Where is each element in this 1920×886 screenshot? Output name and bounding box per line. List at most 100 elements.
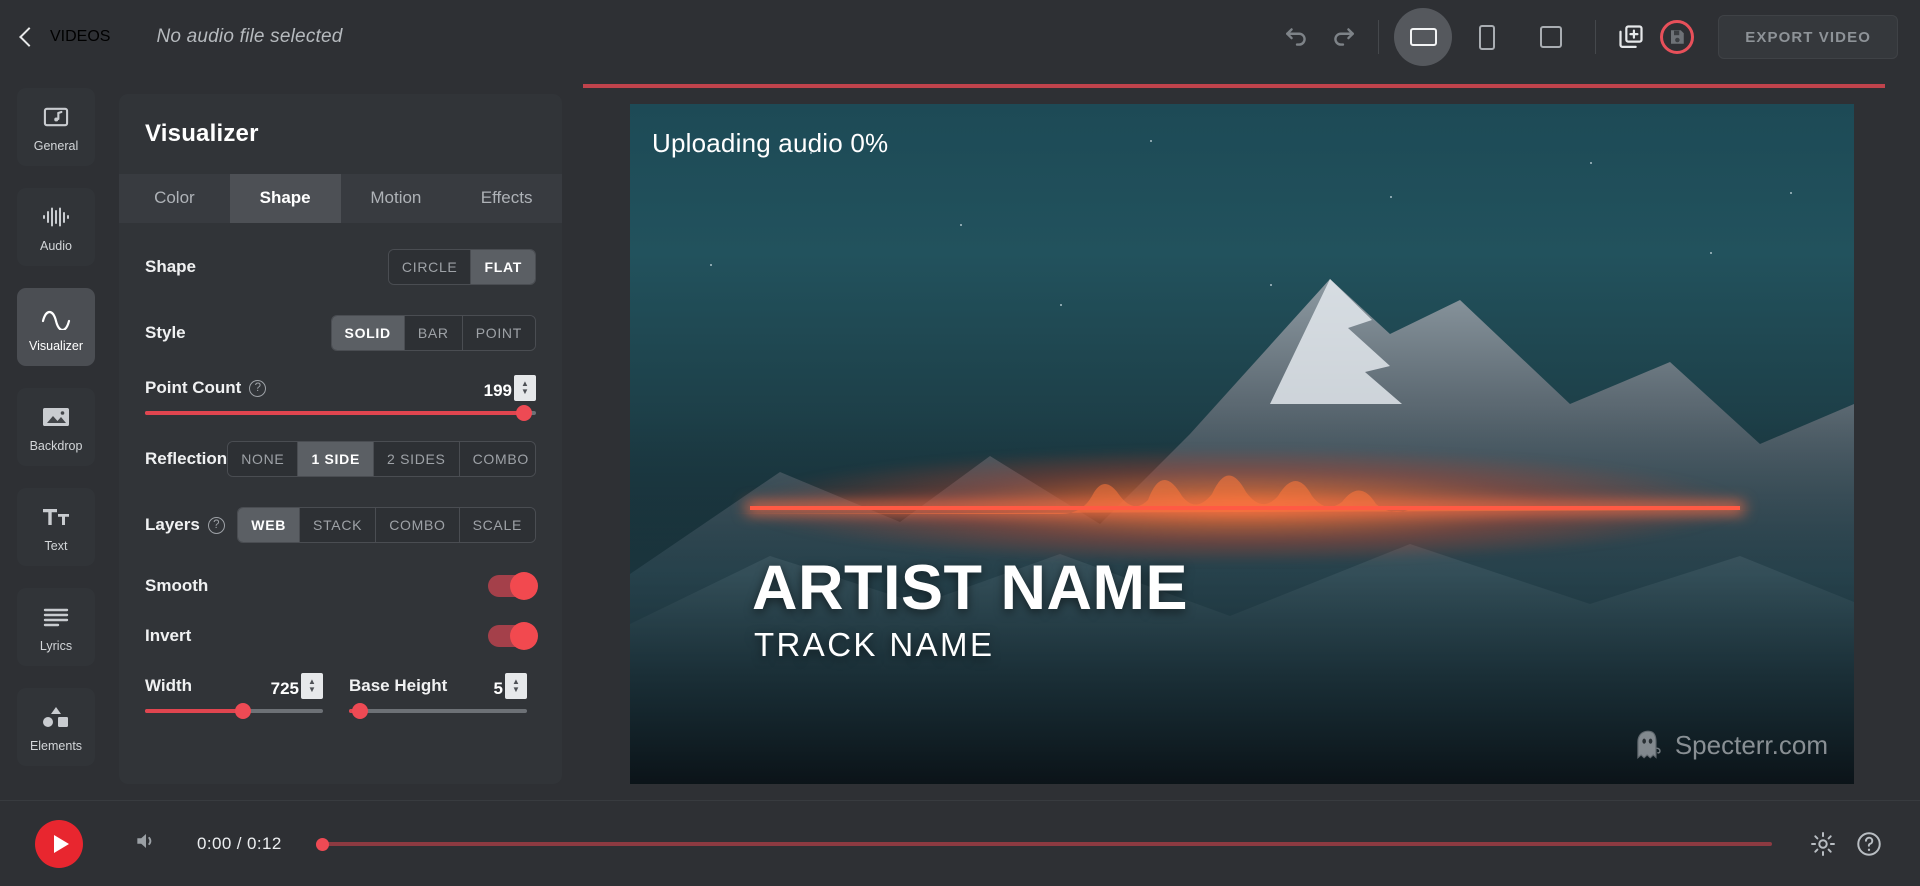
tab-motion[interactable]: Motion: [340, 174, 452, 223]
base-height-slider-knob[interactable]: [351, 703, 368, 719]
smooth-toggle[interactable]: [488, 572, 538, 600]
gear-icon[interactable]: [1800, 821, 1846, 867]
style-row: Style SOLID BAR POINT: [145, 311, 536, 355]
upload-progress-bar: [583, 84, 1885, 88]
seek-slider[interactable]: [315, 837, 1772, 851]
sidebar-item-backdrop[interactable]: Backdrop: [17, 388, 95, 466]
layers-help-icon[interactable]: ?: [207, 516, 225, 534]
time-display: 0:00 / 0:12: [197, 833, 282, 853]
sidebar-item-audio-label: Audio: [40, 238, 72, 253]
watermark: Specterr.com: [1631, 728, 1828, 762]
sidebar-item-lyrics-label: Lyrics: [39, 638, 73, 653]
visualizer-waveform: [730, 475, 1760, 514]
aspect-ratio-square-button[interactable]: [1522, 8, 1580, 66]
reflection-option-2-sides[interactable]: 2 SIDES: [374, 442, 460, 476]
invert-toggle[interactable]: [488, 622, 538, 650]
general-icon: [42, 102, 70, 132]
sidebar-item-general[interactable]: General: [17, 88, 95, 166]
panel-tabs: Color Shape Motion Effects: [119, 174, 562, 223]
point-count-slider-knob[interactable]: [516, 405, 533, 421]
width-slider[interactable]: [145, 703, 323, 719]
width-slider-knob[interactable]: [234, 703, 251, 719]
undo-icon[interactable]: [1274, 14, 1320, 60]
aspect-ratio-portrait-button[interactable]: [1458, 8, 1516, 66]
sidebar-item-elements[interactable]: Elements: [17, 688, 95, 766]
smooth-label: Smooth: [145, 576, 209, 595]
export-video-label: EXPORT VIDEO: [1745, 28, 1871, 46]
lyrics-lines-icon: [42, 602, 70, 632]
base-height-value-group: 5 ▲ ▼: [457, 673, 527, 699]
text-icon: [41, 502, 71, 532]
record-icon[interactable]: [1654, 14, 1700, 60]
base-height-slider-block: Base Height 5 ▲ ▼: [349, 673, 527, 719]
visualizer-line: [750, 506, 1740, 510]
add-scene-icon[interactable]: [1608, 14, 1654, 60]
width-slider-fill: [145, 709, 243, 713]
base-height-stepper[interactable]: ▲ ▼: [505, 673, 527, 699]
layers-option-scale[interactable]: SCALE: [459, 508, 535, 542]
reflection-option-combo[interactable]: COMBO: [459, 442, 536, 476]
toolbar-divider: [1378, 20, 1380, 54]
shape-option-circle[interactable]: CIRCLE: [388, 250, 472, 284]
style-option-bar[interactable]: BAR: [404, 316, 463, 350]
base-height-value[interactable]: 5: [457, 679, 503, 699]
width-baseheight-row: Width 725 ▲ ▼ Base Height 5 ▲ ▼: [145, 673, 536, 719]
sidebar-item-backdrop-label: Backdrop: [29, 438, 83, 453]
point-count-head: Point Count ? 199 ▲ ▼: [145, 375, 536, 401]
point-count-help-icon[interactable]: ?: [249, 379, 267, 397]
redo-icon[interactable]: [1320, 14, 1366, 60]
visualizer-panel: Visualizer Color Shape Motion Effects Sh…: [119, 94, 562, 784]
smooth-toggle-knob: [510, 572, 538, 600]
layers-option-stack[interactable]: STACK: [300, 508, 377, 542]
point-count-value-group: 199 ▲ ▼: [466, 375, 536, 401]
sidebar-item-text[interactable]: Text: [17, 488, 95, 566]
sidebar-item-audio[interactable]: Audio: [17, 188, 95, 266]
video-preview-stage[interactable]: Uploading audio 0% ARTIST NAME TRACK NAM…: [630, 104, 1854, 784]
shape-option-flat[interactable]: FLAT: [471, 250, 535, 284]
audio-waveform-icon: [41, 202, 71, 232]
layers-option-combo[interactable]: COMBO: [376, 508, 460, 542]
track-name-text[interactable]: TRACK NAME: [754, 626, 994, 664]
width-value[interactable]: 725: [253, 679, 299, 699]
sidebar-item-general-label: General: [33, 138, 79, 153]
volume-icon[interactable]: [133, 828, 159, 859]
reflection-option-1-side[interactable]: 1 SIDE: [298, 442, 374, 476]
artist-name-text[interactable]: ARTIST NAME: [752, 552, 1188, 624]
reflection-segmented-control: NONE 1 SIDE 2 SIDES COMBO: [227, 441, 536, 477]
app-root: VIDEOS No audio file selected EXPORT VID…: [0, 0, 1920, 886]
sidebar-item-visualizer[interactable]: Visualizer: [17, 288, 95, 366]
invert-label: Invert: [145, 626, 192, 645]
layers-label: Layers: [145, 515, 200, 534]
sidebar-item-lyrics[interactable]: Lyrics: [17, 588, 95, 666]
tab-effects[interactable]: Effects: [451, 174, 562, 223]
play-button[interactable]: [35, 819, 83, 868]
style-option-point[interactable]: POINT: [462, 316, 535, 350]
smooth-row: Smooth: [145, 572, 538, 600]
panel-body: Shape CIRCLE FLAT Style SOLID BAR POINT …: [119, 245, 562, 719]
uploading-status-text: Uploading audio 0%: [652, 128, 889, 158]
style-option-solid[interactable]: SOLID: [331, 316, 405, 350]
back-to-videos-button[interactable]: VIDEOS: [19, 27, 111, 47]
layers-row: Layers ? WEB STACK COMBO SCALE: [145, 503, 536, 547]
tab-color[interactable]: Color: [119, 174, 230, 223]
invert-toggle-knob: [510, 622, 538, 650]
export-video-button[interactable]: EXPORT VIDEO: [1718, 15, 1898, 59]
point-count-value[interactable]: 199: [466, 381, 512, 401]
question-circle-icon[interactable]: [1846, 821, 1892, 867]
sidebar-item-visualizer-label: Visualizer: [29, 338, 83, 353]
tab-shape[interactable]: Shape: [229, 174, 341, 223]
toolbar-divider-2: [1595, 20, 1597, 54]
base-height-slider[interactable]: [349, 703, 527, 719]
elements-icon: [41, 702, 71, 732]
point-count-label: Point Count: [145, 378, 242, 397]
layers-option-web[interactable]: WEB: [238, 508, 301, 542]
aspect-ratio-landscape-button[interactable]: [1394, 8, 1453, 66]
base-height-head: Base Height 5 ▲ ▼: [349, 673, 527, 699]
back-label: VIDEOS: [50, 28, 111, 45]
reflection-option-none[interactable]: NONE: [228, 442, 299, 476]
width-stepper[interactable]: ▲ ▼: [301, 673, 323, 699]
preview-area: Uploading audio 0% ARTIST NAME TRACK NAM…: [583, 84, 1885, 784]
seek-slider-knob[interactable]: [315, 837, 329, 851]
point-count-stepper[interactable]: ▲ ▼: [514, 375, 536, 401]
point-count-slider[interactable]: [145, 405, 536, 421]
